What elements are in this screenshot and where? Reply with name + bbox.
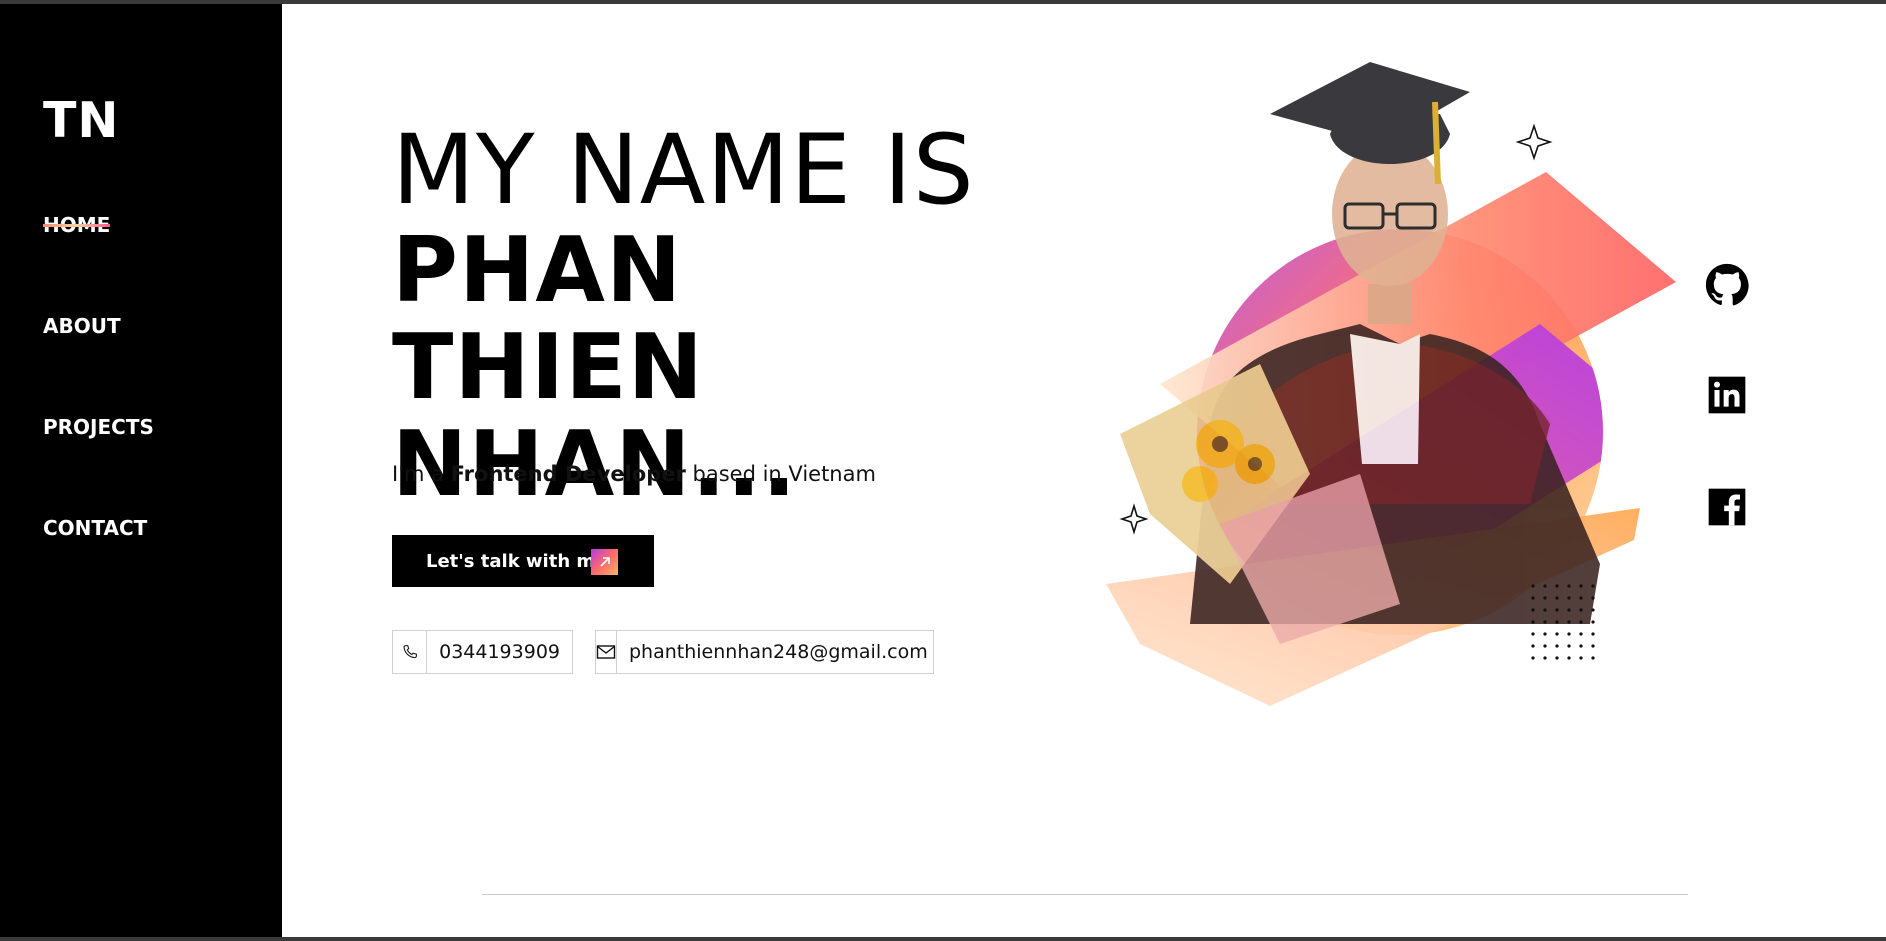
hero-tagline: I'm a Frontend Developer based in Vietna… xyxy=(392,464,876,485)
tagline-prefix: I'm a xyxy=(392,462,444,486)
sparkle-left xyxy=(1119,503,1149,535)
nav-item-projects[interactable]: PROJECTS xyxy=(43,417,154,437)
nav-item-label: PROJECTS xyxy=(43,415,154,439)
site-logo[interactable]: TN xyxy=(43,96,119,145)
phone-icon xyxy=(393,631,428,673)
nav-item-label: CONTACT xyxy=(43,516,148,540)
section-divider xyxy=(482,894,1688,895)
arrow-up-right-icon xyxy=(591,549,618,575)
hero-artwork xyxy=(1106,62,1676,706)
email-contact[interactable]: phanthiennhan248@gmail.com xyxy=(595,630,934,674)
talk-button[interactable]: Let's talk with me xyxy=(392,535,654,587)
phone-contact[interactable]: 0344193909 xyxy=(392,630,573,674)
facebook-icon xyxy=(1708,488,1746,526)
tagline-role: Frontend Developer xyxy=(450,462,686,486)
nav-item-home[interactable]: HOME xyxy=(43,215,111,235)
email-address: phanthiennhan248@gmail.com xyxy=(629,641,928,663)
linkedin-icon xyxy=(1708,376,1746,414)
nav-item-about[interactable]: ABOUT xyxy=(43,316,121,336)
active-underline xyxy=(43,224,111,227)
hero-name-line1: PHAN THIEN xyxy=(392,218,705,420)
nav-item-contact[interactable]: CONTACT xyxy=(43,518,147,538)
page: TN HOME ABOUT PROJECTS CONTACT MY NAME I… xyxy=(0,4,1886,937)
tagline-suffix: based in Vietnam xyxy=(692,462,876,486)
hero-intro: MY NAME IS xyxy=(392,114,975,226)
linkedin-link[interactable] xyxy=(1704,372,1750,418)
facebook-link[interactable] xyxy=(1704,484,1750,530)
talk-button-label: Let's talk with me xyxy=(426,550,608,572)
nav-item-label: ABOUT xyxy=(43,314,121,338)
sparkle-top xyxy=(1515,123,1553,161)
github-icon xyxy=(1705,263,1749,306)
mail-icon xyxy=(596,631,617,673)
github-link[interactable] xyxy=(1704,262,1750,308)
phone-number: 0344193909 xyxy=(439,641,560,663)
sidebar: TN HOME ABOUT PROJECTS CONTACT xyxy=(0,4,282,937)
